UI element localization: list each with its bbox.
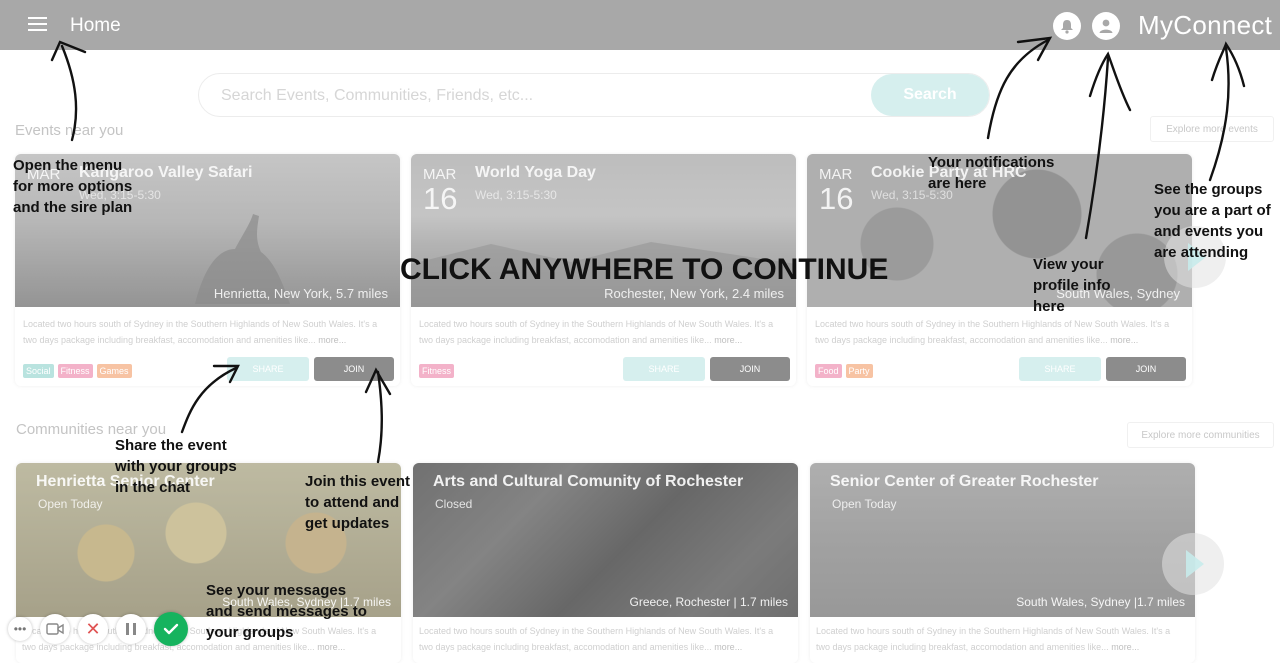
camera-icon[interactable]: [40, 614, 70, 644]
menu-tip: Open the menu for more options and the s…: [13, 157, 133, 216]
profile-tip: View your profile info here: [1033, 256, 1111, 315]
groups-tip: See the groups you are a part of and eve…: [1154, 181, 1271, 261]
tutorial-arrows-icon: [50, 36, 1246, 464]
join-tip: Join this event to attend and get update…: [305, 473, 411, 532]
more-options-icon[interactable]: •••: [8, 617, 32, 641]
pause-icon[interactable]: [116, 614, 146, 644]
share-tip: Share the event with your groups in the …: [115, 437, 237, 496]
tutorial-overlay[interactable]: Open the menu for more options and the s…: [0, 0, 1280, 654]
messages-tip: See your messages and send messages to y…: [206, 582, 367, 641]
notifications-tip: Your notifications are here: [928, 154, 1055, 192]
close-icon[interactable]: ✕: [78, 614, 108, 644]
click-to-continue[interactable]: CLICK ANYWHERE TO CONTINUE: [400, 253, 888, 287]
checkmark-icon[interactable]: [154, 612, 188, 646]
recording-toolbar: ••• ✕: [8, 612, 188, 646]
